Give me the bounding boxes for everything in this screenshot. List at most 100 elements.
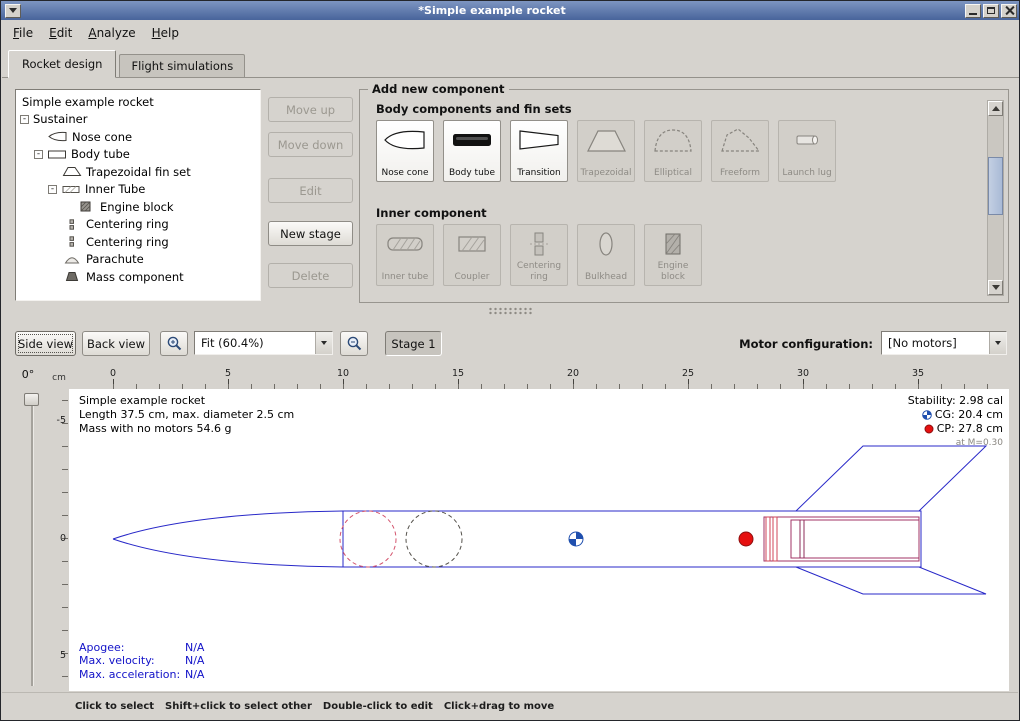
max-velocity-value: N/A [185,654,204,668]
collapse-handle-icon[interactable]: - [34,150,43,159]
nose-cone-shape[interactable] [113,511,343,567]
side-view-button[interactable]: Side view [15,331,76,356]
mass-component-icon [62,271,82,282]
add-engine-block-button[interactable]: Engine block [644,224,702,286]
rotation-slider-track[interactable] [31,394,34,686]
cg-marker [569,532,583,546]
tree-item-inner-tube[interactable]: - Inner Tube [16,181,260,199]
body-components-section-label: Body components and fin sets [376,102,572,116]
ruler-tick-label: 5 [50,650,66,661]
fin-set-icon [62,166,82,177]
inner-component-section-label: Inner component [376,206,487,220]
close-button[interactable] [1001,4,1017,18]
add-component-title: Add new component [368,82,509,96]
add-transition-button[interactable]: Transition [510,120,568,182]
hint-shift-click: Shift+click to select other [165,701,312,712]
zoom-level-select[interactable]: Fit (60.4%) [194,331,333,355]
menu-file[interactable]: File [5,23,41,43]
max-acceleration-label: Max. acceleration: [79,668,185,682]
engine-block-shape[interactable] [800,520,804,558]
add-coupler-button[interactable]: Coupler [443,224,501,286]
max-acceleration-value: N/A [185,668,204,682]
tree-item-centering-ring[interactable]: Centering ring [16,216,260,234]
ruler-tick-label: 35 [908,368,928,379]
tree-item-label: Mass component [86,270,184,284]
collapse-handle-icon[interactable]: - [20,115,29,124]
component-panel-scrollbar[interactable] [987,100,1004,296]
vertical-ruler: -5 0 5 [49,389,69,691]
scrollbar-thumb[interactable] [988,157,1003,215]
inner-tube-shape[interactable] [764,517,919,561]
minimize-button[interactable] [965,4,981,18]
chevron-down-icon[interactable] [315,332,332,354]
add-launch-lug-button[interactable]: Launch lug [778,120,836,182]
body-tube-icon [47,149,67,160]
body-components-row: Nose cone Body tube Transition Trapezoid… [376,120,836,182]
rocket-info-block: Simple example rocket Length 37.5 cm, ma… [79,394,294,436]
splitter-handle[interactable] [488,307,534,315]
rotation-slider-handle[interactable] [24,393,39,406]
add-nose-cone-button[interactable]: Nose cone [376,120,434,182]
collapse-handle-icon[interactable]: - [48,185,57,194]
menu-edit[interactable]: Edit [41,23,80,43]
tree-item-mass-component[interactable]: Mass component [16,268,260,286]
add-centering-ring-button[interactable]: Centering ring [510,224,568,286]
tree-item-sustainer[interactable]: - Sustainer [16,111,260,129]
inner-components-row: Inner tube Coupler Centering ring Bulkhe… [376,224,702,286]
motor-configuration-select[interactable]: [No motors] [881,331,1007,355]
statusbar: Click to select Shift+click to select ot… [2,692,1018,719]
launch-lug-icon [785,125,829,155]
move-up-button[interactable]: Move up [268,97,353,122]
mass-component-dashed-outline[interactable] [406,511,462,567]
add-freeform-fin-button[interactable]: Freeform [711,120,769,182]
tree-item-fin-set[interactable]: Trapezoidal fin set [16,163,260,181]
rocket-design-canvas[interactable]: Simple example rocket Length 37.5 cm, ma… [69,389,1009,691]
body-tube-shape[interactable] [343,511,921,567]
lower-fin-shape[interactable] [796,567,986,594]
cp-marker [739,532,753,546]
scroll-down-arrow-icon[interactable] [988,280,1003,295]
maximize-button[interactable] [983,4,999,18]
engine-block-icon [651,229,695,259]
tree-item-rocket[interactable]: Simple example rocket [16,93,260,111]
add-trapezoidal-fin-button[interactable]: Trapezoidal [577,120,635,182]
move-down-button[interactable]: Move down [268,132,353,157]
menu-analyze[interactable]: Analyze [80,23,143,43]
new-stage-button[interactable]: New stage [268,221,353,246]
upper-fin-shape[interactable] [796,446,986,511]
zoom-out-button[interactable] [340,331,368,356]
inner-tube-icon [383,229,427,259]
back-view-button[interactable]: Back view [82,331,150,356]
tree-item-parachute[interactable]: Parachute [16,251,260,269]
chevron-down-icon[interactable] [989,332,1006,354]
tree-item-body-tube[interactable]: - Body tube [16,146,260,164]
window-menu-button[interactable] [5,4,21,18]
body-tube-icon [450,125,494,155]
add-body-tube-button[interactable]: Body tube [443,120,501,182]
delete-button[interactable]: Delete [268,263,353,288]
add-bulkhead-button[interactable]: Bulkhead [577,224,635,286]
add-inner-tube-button[interactable]: Inner tube [376,224,434,286]
stage-1-toggle[interactable]: Stage 1 [385,331,442,356]
zoom-in-button[interactable] [160,331,188,356]
centering-ring-shape[interactable] [766,517,777,561]
tab-flight-simulations[interactable]: Flight simulations [119,54,245,77]
cp-marker-icon [924,424,934,434]
tree-item-label: Sustainer [33,112,87,126]
tree-item-engine-block[interactable]: Engine block [16,198,260,216]
tree-item-label: Trapezoidal fin set [86,165,191,179]
titlebar: *Simple example rocket [1,1,1019,20]
ruler-tick-label: 5 [218,368,238,379]
scroll-up-arrow-icon[interactable] [988,101,1003,116]
menu-help[interactable]: Help [144,23,187,43]
tree-item-centering-ring[interactable]: Centering ring [16,233,260,251]
tree-item-nose-cone[interactable]: Nose cone [16,128,260,146]
cg-value: CG: 20.4 cm [935,408,1003,422]
component-tree[interactable]: Simple example rocket - Sustainer Nose c… [15,89,261,301]
add-elliptical-fin-button[interactable]: Elliptical [644,120,702,182]
tab-rocket-design[interactable]: Rocket design [8,50,116,78]
parachute-dashed-outline[interactable] [340,511,396,567]
trapezoidal-fin-icon [584,125,628,155]
edit-button[interactable]: Edit [268,178,353,203]
menubar: File Edit Analyze Help [5,22,187,44]
